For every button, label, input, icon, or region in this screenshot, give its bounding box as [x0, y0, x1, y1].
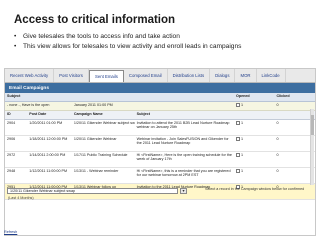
filter-date: January 2011 01:00 PM: [71, 101, 234, 111]
row-campaign: 1/20/11 Gikender Webinar subject swap: [71, 119, 135, 136]
hint-text: Select a record in the Campaign window b…: [205, 187, 305, 191]
table-row[interactable]: 2904 1/20/2011 01:00 PM 1/20/11 Gikender…: [5, 119, 315, 136]
slide-title: Access to critical information: [14, 14, 176, 26]
row-clicked: 0: [274, 167, 315, 184]
refresh-link[interactable]: Refresh: [4, 230, 17, 234]
campaign-select-row: 1/20/11 Gikender Webinar subject swap ▼: [7, 187, 187, 194]
row-date: 1/14/2011 2:00:00 PM: [27, 151, 72, 168]
row-clicked: 0: [274, 151, 315, 168]
row-date: 1/18/2011 12:00:00 PM: [27, 135, 72, 152]
vertical-scrollbar[interactable]: [310, 109, 314, 185]
table-row[interactable]: 2948 1/12/2011 11:00:00 PM 1/13/11 - Web…: [5, 167, 315, 184]
row-subject: Hi <FirstName>, this is a reminder that …: [134, 167, 234, 184]
row-id: 2906: [5, 135, 28, 152]
tab-recent-web-activity[interactable]: Recent Web Activity: [5, 69, 55, 82]
row-id: 2972: [5, 151, 28, 168]
clicked-header[interactable]: Clicked: [274, 93, 315, 102]
row-opened: 1: [233, 151, 275, 168]
panel-title: Email Campaigns: [5, 83, 315, 93]
clicked-column-header: [274, 110, 315, 120]
filter-opened: 1: [233, 101, 275, 111]
row-campaign: 1/17/11 Public Training Schedule: [71, 151, 135, 168]
slide-bullets: Give telesales the tools to access info …: [14, 32, 241, 52]
tab-post-visitors[interactable]: Post Visitors: [54, 69, 89, 82]
tab-dialogs[interactable]: Dialogs: [210, 69, 236, 82]
row-date: 1/20/2011 01:00 PM: [27, 119, 72, 136]
row-date: 1/12/2011 11:00:00 PM: [27, 167, 72, 184]
checkbox[interactable]: [235, 153, 240, 158]
tab-linkcode[interactable]: LinkCode: [257, 69, 286, 82]
row-opened: 1: [233, 183, 275, 200]
row-opened: 1: [233, 135, 275, 152]
table-row[interactable]: 2972 1/14/2011 2:00:00 PM 1/17/11 Public…: [5, 151, 315, 168]
filter-clicked: 0: [274, 101, 315, 111]
bullet-item: Give telesales the tools to access info …: [14, 32, 241, 42]
row-clicked: 0: [274, 119, 315, 136]
id-column-header[interactable]: ID: [5, 110, 28, 120]
row-opened: 1: [233, 119, 275, 136]
period-label: (Last 4 Months): [8, 196, 34, 200]
campaign-select-input[interactable]: 1/20/11 Gikender Webinar subject swap: [7, 187, 178, 194]
email-campaigns-table: Subject Opened Clicked - none -, Have is…: [5, 93, 315, 200]
checkbox[interactable]: [235, 103, 240, 108]
checkbox[interactable]: [235, 169, 240, 174]
tab-sent-emails[interactable]: Sent Emails: [88, 70, 124, 82]
subject-column-header[interactable]: Subject: [134, 110, 234, 120]
tab-mor[interactable]: MOR: [235, 69, 257, 82]
filter-row[interactable]: - none -, Have is the open January 2011 …: [5, 101, 315, 111]
campaign-name-column-header[interactable]: Campaign Name: [71, 110, 135, 120]
filter-subject: - none -, Have is the open: [5, 101, 72, 111]
row-campaign: 1/20/11 Gikender Webinar: [71, 135, 135, 152]
row-opened: 1: [233, 167, 275, 184]
row-subject: Webinar invitation - Join SalesFUSION an…: [134, 135, 234, 152]
tab-bar: Recent Web Activity Post Visitors Sent E…: [5, 69, 315, 83]
chevron-down-icon[interactable]: ▼: [180, 187, 187, 194]
tab-distribution-lists[interactable]: Distribution Lists: [168, 69, 211, 82]
table-group-header: Subject Opened Clicked: [5, 93, 315, 102]
row-subject: Invitation to attend the 2011 B2B Lead N…: [134, 119, 234, 136]
opened-column-header: [233, 110, 275, 120]
row-subject: Hi <FirstName>, Here is the open trainin…: [134, 151, 234, 168]
subject-group-label: Subject: [5, 93, 234, 102]
table-row[interactable]: 2906 1/18/2011 12:00:00 PM 1/20/11 Giken…: [5, 135, 315, 152]
bullet-item: This view allows for telesales to view a…: [14, 42, 241, 52]
scrollbar-thumb[interactable]: [311, 115, 314, 135]
row-campaign: 1/13/11 - Webinar reminder: [71, 167, 135, 184]
checkbox[interactable]: [235, 137, 240, 142]
post-date-column-header[interactable]: Post Date: [27, 110, 72, 120]
row-clicked: 0: [274, 135, 315, 152]
row-clicked: 0: [274, 183, 315, 200]
checkbox[interactable]: [235, 121, 240, 126]
table-column-header: ID Post Date Campaign Name Subject: [5, 110, 315, 120]
tab-composed-email[interactable]: Composed Email: [124, 69, 168, 82]
row-id: 2904: [5, 119, 28, 136]
opened-header[interactable]: Opened: [233, 93, 275, 102]
row-id: 2948: [5, 167, 28, 184]
crm-screenshot-window: Recent Web Activity Post Visitors Sent E…: [4, 68, 316, 236]
